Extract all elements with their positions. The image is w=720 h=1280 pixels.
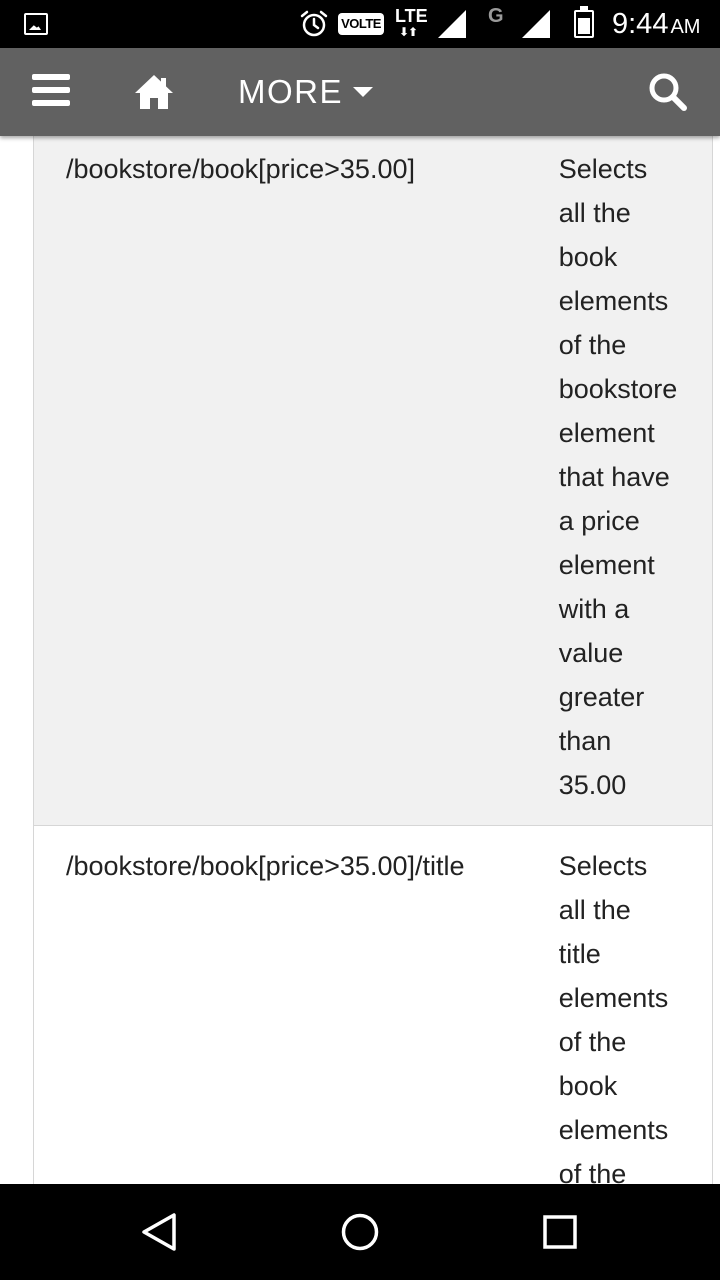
battery-icon bbox=[574, 6, 594, 38]
description-line: all the bbox=[558, 895, 631, 925]
xpath-expression-cell: /bookstore/book[price>35.00]/title bbox=[33, 825, 559, 1184]
search-button[interactable] bbox=[646, 70, 690, 114]
back-icon[interactable] bbox=[140, 1212, 180, 1252]
xpath-examples-table: /bookstore/book[price>35.00] Selects all t… bbox=[33, 136, 713, 1184]
description-line: than bbox=[558, 726, 612, 756]
data-activity-icon: ⬇⬆ bbox=[399, 25, 418, 39]
home-button[interactable] bbox=[132, 70, 176, 114]
description-line: of the bbox=[558, 1027, 627, 1057]
status-time: 9:44 AM bbox=[612, 6, 700, 45]
status-bar: VOLTE LTE ⬇⬆ G 9:44 AM bbox=[0, 0, 720, 48]
home-icon bbox=[135, 75, 173, 109]
gallery-notification-icon bbox=[24, 13, 48, 35]
alarm-icon bbox=[300, 10, 328, 37]
caret-down-icon bbox=[353, 87, 373, 97]
xpath-description-cell: Selects all the book elements of the bookstor… bbox=[558, 136, 713, 826]
xpath-expression-cell: /bookstore/book[price>35.00] bbox=[33, 136, 559, 826]
lte-indicator: LTE ⬇⬆ bbox=[395, 6, 431, 42]
description-line: element bbox=[558, 550, 655, 580]
top-app-bar: MORE bbox=[0, 48, 720, 136]
description-line: title bbox=[558, 939, 601, 969]
time-value: 9:44 bbox=[612, 8, 669, 40]
description-line: that have bbox=[558, 462, 670, 492]
more-label: MORE bbox=[238, 73, 343, 110]
menu-button[interactable] bbox=[30, 72, 70, 112]
description-line: Selects bbox=[558, 154, 648, 184]
network-type-g: G bbox=[488, 5, 504, 27]
description-line: all the bbox=[558, 198, 631, 228]
description-line: 35.00 bbox=[558, 770, 627, 800]
time-ampm: AM bbox=[670, 16, 701, 38]
description-line: book bbox=[558, 1071, 618, 1101]
description-line: element bbox=[558, 418, 655, 448]
description-line: elements bbox=[558, 1115, 669, 1145]
signal-icon bbox=[438, 10, 466, 38]
description-line: Selects bbox=[558, 851, 648, 881]
description-line: value bbox=[558, 638, 624, 668]
description-line: of the bbox=[558, 330, 627, 360]
xpath-description-cell: Selects all the title elements of the book ele… bbox=[558, 825, 713, 1184]
home-circle-icon[interactable] bbox=[340, 1212, 380, 1252]
description-line: with a bbox=[558, 594, 630, 624]
more-dropdown-button[interactable]: MORE bbox=[238, 72, 373, 112]
table-row: /bookstore/book[price>35.00] Selects all t… bbox=[33, 136, 713, 826]
search-icon bbox=[649, 73, 687, 111]
system-nav-bar bbox=[0, 1184, 720, 1280]
volte-badge: VOLTE bbox=[338, 13, 384, 35]
description-line: book bbox=[558, 242, 618, 272]
signal-icon-2 bbox=[522, 10, 550, 38]
recents-icon[interactable] bbox=[540, 1212, 580, 1252]
description-line: elements bbox=[558, 286, 669, 316]
description-line: of the bbox=[558, 1159, 627, 1184]
page-content[interactable]: /bookstore/book[price>35.00] Selects all t… bbox=[0, 136, 720, 1184]
table-row: /bookstore/book[price>35.00]/title Select… bbox=[33, 825, 713, 1184]
description-line: a price bbox=[558, 506, 640, 536]
description-line: elements bbox=[558, 983, 669, 1013]
lte-label: LTE bbox=[395, 6, 428, 26]
description-line: bookstore bbox=[558, 374, 678, 404]
description-line: greater bbox=[558, 682, 645, 712]
